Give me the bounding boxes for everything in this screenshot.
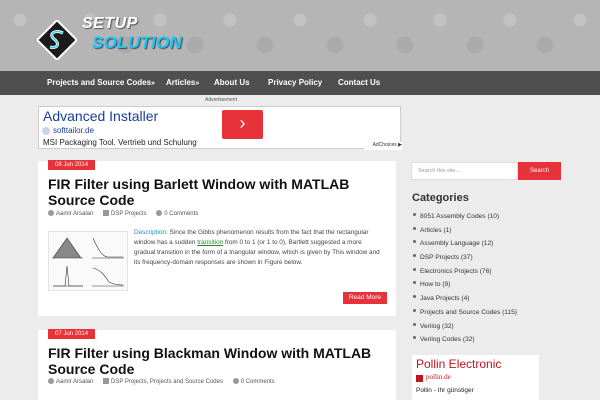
nav-label: Privacy Policy: [268, 78, 323, 87]
sidebar-ad-description: Pollin - Ihr günstiger: [416, 387, 474, 394]
categories-heading: Categories: [412, 192, 469, 204]
logo-text-setup[interactable]: SETUP: [82, 15, 138, 33]
post-author[interactable]: Aamir Arsalan: [56, 379, 93, 385]
read-more-button[interactable]: Read More: [342, 292, 387, 304]
category-item[interactable]: Projects and Source Codes (115): [413, 306, 573, 320]
bullet-icon: [413, 267, 416, 271]
banner-ad[interactable]: Advanced Installer softtailor.de MSI Pac…: [38, 106, 402, 150]
category-item[interactable]: How to (9): [413, 278, 573, 292]
category-label: Articles (1): [420, 226, 452, 234]
chevron-right-icon: »: [195, 80, 200, 87]
pollin-logo-icon: [416, 375, 423, 382]
category-item[interactable]: Verilog (32): [413, 320, 573, 334]
category-item[interactable]: Electronics Projects (76): [413, 265, 573, 279]
comment-icon: [156, 210, 163, 216]
excerpt-link[interactable]: Description:: [134, 229, 168, 236]
site-header: SETUP SOLUTION: [0, 0, 600, 71]
excerpt-keyword-link[interactable]: transition: [197, 239, 223, 246]
bullet-icon: [413, 226, 416, 230]
categories-list: 8051 Assembly Codes (10) Articles (1) As…: [413, 210, 573, 347]
bullet-icon: [413, 322, 416, 326]
ad-favicon-icon: [42, 127, 50, 135]
bullet-icon: [413, 281, 416, 285]
post-excerpt: Description: Since the Gibbs phenomenon …: [134, 228, 382, 268]
post-card: 07 Jun 2014 FIR Filter using Blackman Wi…: [38, 329, 396, 400]
category-item[interactable]: 8051 Assembly Codes (10): [413, 210, 573, 224]
category-label: How to (9): [420, 281, 451, 289]
category-label: Verilog (32): [420, 322, 454, 330]
nav-label: Contact Us: [338, 78, 381, 87]
thumb-plot-1: [52, 237, 83, 259]
post-title[interactable]: FIR Filter using Barlett Window with MAT…: [48, 176, 378, 208]
folder-icon: [103, 210, 110, 216]
post-date: 08 Jun 2014: [48, 160, 96, 170]
chevron-right-icon: »: [151, 80, 155, 87]
category-label: Projects and Source Codes (115): [420, 308, 518, 316]
post-categories[interactable]: DSP Projects, Projects and Source Codes: [111, 379, 223, 385]
main-nav: Projects and Source Codes» Articles» Abo…: [0, 71, 600, 95]
ad-title[interactable]: Advanced Installer: [43, 108, 158, 124]
sidebar-ad-title[interactable]: Pollin Electronic: [416, 357, 501, 371]
nav-label: Articles: [166, 78, 196, 87]
search-input[interactable]: Search this site...: [411, 162, 518, 180]
post-categories[interactable]: DSP Projects: [111, 211, 147, 217]
sidebar-ad-url[interactable]: pollin.de: [426, 373, 451, 381]
ad-description: MSI Packaging Tool. Vertrieb und Schulun…: [43, 138, 197, 147]
bullet-icon: [413, 213, 416, 216]
post-meta: Aamir Arsalan DSP Projects, Projects and…: [48, 378, 275, 385]
post-comments[interactable]: 0 Comments: [164, 211, 198, 217]
category-item[interactable]: Verilog Codes (32): [413, 333, 573, 347]
bullet-icon: [413, 254, 416, 258]
category-label: DSP Projects (37): [420, 254, 473, 262]
bullet-icon: [413, 308, 416, 312]
comment-icon: [232, 378, 239, 384]
bullet-icon: [413, 295, 416, 299]
author-icon: [48, 378, 54, 384]
header-pattern: [0, 0, 600, 71]
author-icon: [48, 210, 54, 216]
nav-articles[interactable]: Articles»: [166, 71, 199, 95]
post-author[interactable]: Aamir Arsalan: [56, 211, 93, 217]
nav-label: Projects and Source Codes: [47, 78, 152, 87]
advertisement-label: Advertisement: [205, 97, 237, 103]
nav-privacy-policy[interactable]: Privacy Policy: [268, 71, 322, 95]
category-item[interactable]: DSP Projects (37): [413, 251, 573, 265]
category-item[interactable]: Java Projects (4): [413, 292, 573, 306]
nav-projects-and-source-codes[interactable]: Projects and Source Codes»: [47, 71, 155, 95]
logo-icon[interactable]: [37, 20, 77, 60]
category-label: Assembly Language (12): [420, 240, 494, 248]
post-thumbnail[interactable]: [48, 231, 128, 291]
category-label: Verilog Codes (32): [420, 336, 475, 344]
post-meta: Aamir Arsalan DSP Projects 0 Comments: [48, 210, 198, 217]
post-card: 08 Jun 2014 FIR Filter using Barlett Win…: [38, 160, 396, 316]
nav-contact-us[interactable]: Contact Us: [338, 71, 380, 95]
bullet-icon: [413, 336, 416, 340]
post-title[interactable]: FIR Filter using Blackman Window with MA…: [48, 345, 378, 377]
adchoices-icon[interactable]: AdChoices ▶: [364, 142, 402, 150]
ad-arrow-button[interactable]: ›: [222, 110, 263, 139]
nav-label: About Us: [214, 78, 250, 87]
post-date: 07 Jun 2014: [48, 329, 96, 339]
category-item[interactable]: Articles (1): [413, 224, 573, 238]
category-item[interactable]: Assembly Language (12): [413, 237, 573, 251]
ad-url[interactable]: softtailor.de: [53, 126, 94, 135]
thumb-plot-3: [53, 265, 83, 287]
category-label: Java Projects (4): [420, 295, 470, 303]
category-label: 8051 Assembly Codes (10): [420, 213, 500, 220]
logo-text-solution[interactable]: SOLUTION: [92, 33, 182, 53]
sidebar-ad[interactable]: Pollin Electronic pollin.de Pollin - Ihr…: [412, 355, 539, 400]
post-comments[interactable]: 0 Comments: [241, 379, 275, 385]
search-button[interactable]: Search: [518, 162, 561, 180]
thumb-plot-2: [92, 237, 124, 259]
bullet-icon: [413, 240, 416, 244]
folder-icon: [103, 378, 110, 384]
category-label: Electronics Projects (76): [420, 267, 492, 275]
nav-about-us[interactable]: About Us: [214, 71, 250, 95]
thumb-plot-4: [92, 267, 124, 287]
